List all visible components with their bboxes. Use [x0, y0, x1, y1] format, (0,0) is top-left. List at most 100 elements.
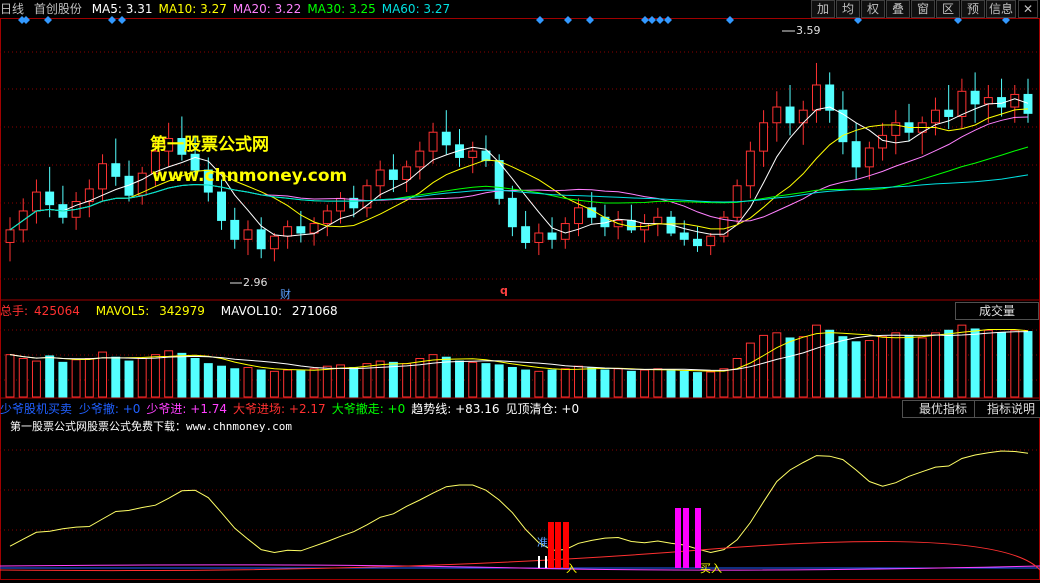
signal-diamond: [664, 16, 672, 24]
baseline-red: [0, 541, 1040, 572]
candle-up: [983, 97, 993, 105]
average-button[interactable]: 均: [836, 0, 860, 18]
volume-bar-up: [719, 368, 729, 398]
volume-bar-up: [772, 332, 782, 398]
candle-down: [256, 229, 266, 250]
volume-bar-up: [640, 369, 650, 398]
volume-bar-down: [388, 361, 398, 398]
high-price-label: 3.59: [796, 24, 821, 37]
range-button[interactable]: 区: [936, 0, 960, 18]
candle-down: [825, 84, 835, 111]
volume-bar-down: [217, 365, 226, 398]
volume-bar-down: [296, 370, 306, 398]
signal-diamond: [648, 16, 656, 24]
volume-bar-down: [997, 332, 1007, 398]
candle-down: [507, 197, 517, 228]
volume-bar-down: [256, 369, 266, 398]
indicator-value-item: 少爷撤: +0: [78, 402, 141, 416]
right-adjust-button[interactable]: 权: [861, 0, 885, 18]
candle-up: [574, 207, 583, 225]
stock-chart-window: 日线 首创股份 MA5: 3.31 MA10: 3.27 MA20: 3.22 MA3…: [0, 0, 1040, 580]
candle-up: [243, 229, 253, 240]
candle-up: [864, 147, 874, 168]
signal-label-in: 入: [566, 562, 577, 575]
indicator-value-item: 大爷撤走: +0: [331, 402, 406, 416]
best-indicator-button[interactable]: 最优指标: [902, 400, 984, 418]
candle-up: [31, 191, 41, 212]
watermark-url: www.chnmoney.com: [152, 166, 348, 186]
candle-up: [402, 166, 412, 180]
small-signal-bar: [545, 556, 547, 568]
add-button[interactable]: 加: [811, 0, 835, 18]
ma-legend-item: MA5: 3.31: [91, 2, 153, 16]
big-player-signal-bar: [555, 522, 561, 568]
volume-bar-up: [732, 358, 742, 398]
volume-header: 总手: 425064 MAVOL5: 342979 MAVOL10: 271068: [0, 302, 350, 320]
candle-up: [98, 163, 108, 190]
volume-bar-down: [203, 363, 213, 398]
info-button[interactable]: 信息: [986, 0, 1016, 18]
close-icon[interactable]: ✕: [1018, 0, 1038, 18]
volume-bar-up: [402, 363, 412, 398]
total-volume-label: 总手:: [0, 304, 29, 318]
volume-bar-up: [243, 366, 253, 398]
event-marker[interactable]: q: [500, 284, 508, 297]
signal-diamond: [536, 16, 544, 24]
volume-bar-up: [917, 337, 927, 398]
volume-bar-down: [547, 369, 557, 398]
candle-up: [375, 169, 385, 187]
ma-legend-item: MA20: 3.22: [232, 2, 302, 16]
candle-down: [1023, 93, 1033, 114]
indicator-name[interactable]: 少爷股机买卖: [0, 402, 72, 416]
volume-bar-down: [481, 363, 491, 398]
volume-bar-down: [507, 366, 517, 398]
volume-bar-up: [878, 336, 888, 398]
candle-up: [534, 232, 544, 243]
volume-bar-up: [336, 364, 345, 398]
forecast-button[interactable]: 预: [961, 0, 985, 18]
young-player-signal-bar: [695, 508, 701, 568]
chart-frame: [0, 18, 1040, 580]
candle-down: [547, 232, 557, 240]
volume-bar-up: [468, 361, 478, 398]
volume-bar-down: [494, 364, 504, 398]
toolbar-buttons: 加 均 权 叠 窗 区 预 信息: [810, 0, 1016, 18]
volume-bar-up: [428, 354, 438, 398]
volume-type-button[interactable]: 成交量: [955, 302, 1039, 320]
mavol10-label: MAVOL10:: [220, 304, 283, 318]
volume-bar-up: [706, 371, 716, 398]
signal-diamond: [726, 16, 734, 24]
volume-bar-down: [600, 369, 610, 398]
volume-bar-up: [574, 365, 583, 398]
overlay-button[interactable]: 叠: [886, 0, 910, 18]
volume-bar-down: [679, 370, 689, 398]
candle-up: [957, 90, 967, 117]
volume-bar-down: [58, 361, 68, 398]
volume-bar-up: [1010, 329, 1020, 398]
candle-up: [772, 106, 782, 124]
indicator-value-item: 大爷进场: +2.17: [233, 402, 326, 416]
mavol5-label: MAVOL5:: [95, 304, 150, 318]
signal-diamond: [641, 16, 649, 24]
volume-bar-up: [375, 360, 385, 398]
candle-up: [653, 216, 663, 225]
volume-bar-up: [864, 340, 874, 398]
indicator-help-button[interactable]: 指标说明: [974, 400, 1040, 418]
candle-up: [322, 210, 332, 225]
volume-bar-up: [150, 354, 160, 398]
volume-bar-up: [71, 359, 81, 398]
candle-up: [812, 84, 821, 111]
volume-bar-up: [283, 369, 293, 398]
finance-marker[interactable]: 财: [280, 286, 291, 302]
stock-name: 首创股份: [33, 2, 82, 16]
candle-up: [878, 134, 888, 149]
volume-bar-down: [666, 370, 676, 398]
window-button[interactable]: 窗: [911, 0, 935, 18]
volume-bar-up: [98, 351, 108, 398]
volume-bar-up: [983, 329, 993, 398]
chart-canvas[interactable]: [0, 0, 1040, 580]
volume-bar-down: [785, 337, 795, 398]
volume-bar-up: [5, 354, 15, 398]
small-signal-bar: [538, 556, 540, 568]
candle-down: [851, 141, 861, 168]
